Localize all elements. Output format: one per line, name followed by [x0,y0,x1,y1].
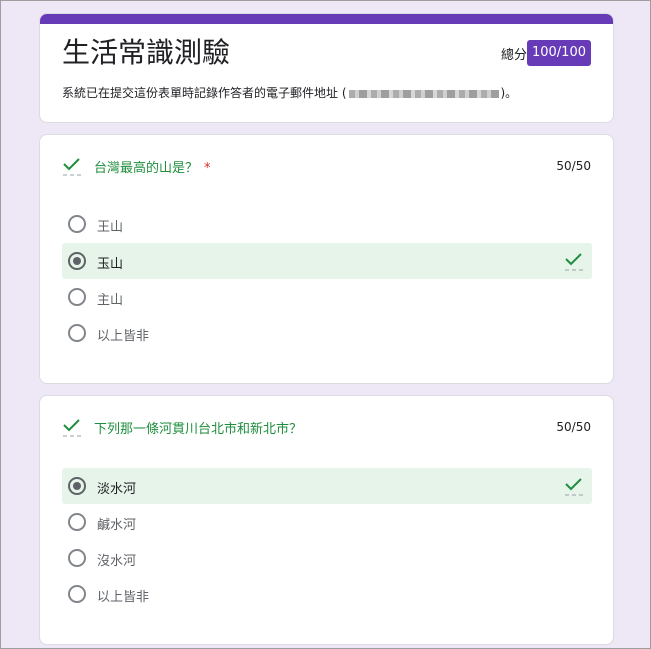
question-title-text: 台灣最高的山是？ [94,161,199,176]
correct-check-icon [63,419,81,437]
total-score-label: 總分 [500,48,527,63]
radio-checked-icon[interactable] [68,252,86,270]
option-label: 以上皆非 [97,329,150,344]
option-label: 淡水河 [97,482,137,497]
question-title-text: 下列那一條河貫川台北市和新北市？ [94,422,303,437]
option-label: 王山 [97,220,124,235]
email-note-prefix: 系統已在提交這份表單時記錄作答者的電子郵件地址 ( [62,86,347,100]
option-label: 沒水河 [97,554,137,569]
radio-unchecked-icon[interactable] [68,549,86,567]
question-header: 台灣最高的山是？ * 50/50 [62,155,591,181]
correct-check-icon [565,253,583,271]
option-label: 主山 [97,293,124,308]
option-4[interactable]: 以上皆非 [62,576,592,612]
question-header: 下列那一條河貫川台北市和新北市？ 50/50 [62,416,591,442]
total-score-badge: 100/100 [526,40,591,66]
redacted-email [348,89,499,98]
radio-checked-icon[interactable] [68,477,86,495]
option-label: 以上皆非 [97,590,150,605]
form-header-card: 生活常識測驗 總分 100/100 系統已在提交這份表單時記錄作答者的電子郵件地… [39,13,614,123]
option-1[interactable]: 王山 [62,206,592,242]
question-points: 50/50 [556,420,591,434]
form-title: 生活常識測驗 [62,36,231,69]
radio-unchecked-icon[interactable] [68,585,86,603]
option-label: 鹹水河 [97,518,137,533]
option-label: 玉山 [97,257,124,272]
correct-check-icon [565,478,583,496]
email-collection-note: 系統已在提交這份表單時記錄作答者的電子郵件地址 ( )。 [62,84,517,101]
radio-unchecked-icon[interactable] [68,288,86,306]
required-asterisk: * [204,161,211,176]
option-3[interactable]: 主山 [62,279,592,315]
radio-unchecked-icon[interactable] [68,215,86,233]
question-points: 50/50 [556,159,591,173]
question-card-2: 下列那一條河貫川台北市和新北市？ 50/50 淡水河 鹹水河 沒水河 以上皆非 [39,395,614,645]
radio-unchecked-icon[interactable] [68,513,86,531]
accent-bar [40,14,613,24]
option-2[interactable]: 鹹水河 [62,504,592,540]
radio-unchecked-icon[interactable] [68,324,86,342]
correct-check-icon [63,158,81,176]
option-4[interactable]: 以上皆非 [62,315,592,351]
email-note-suffix: )。 [500,86,518,100]
question-card-1: 台灣最高的山是？ * 50/50 王山 玉山 主山 以上皆非 [39,134,614,384]
question-title: 台灣最高的山是？ * [94,157,211,176]
option-3[interactable]: 沒水河 [62,540,592,576]
question-title: 下列那一條河貫川台北市和新北市？ [94,418,302,437]
option-2-correct[interactable]: 玉山 [62,243,592,279]
option-1-correct[interactable]: 淡水河 [62,468,592,504]
